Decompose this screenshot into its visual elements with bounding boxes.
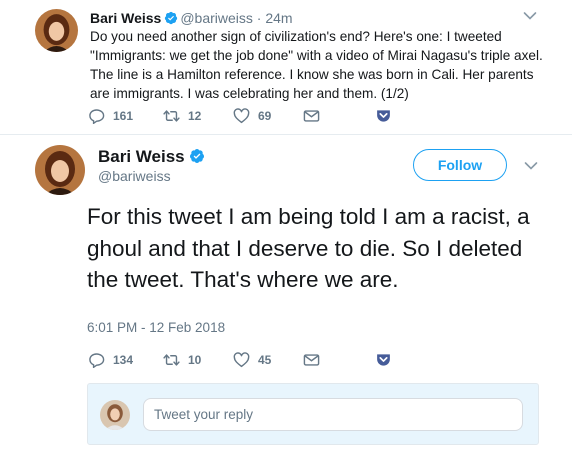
- like-count: 69: [258, 109, 272, 123]
- reply-icon: [89, 353, 105, 368]
- tweet-text: Do you need another sign of civilization…: [90, 29, 543, 101]
- chevron-down-icon[interactable]: [523, 10, 537, 22]
- like-action[interactable]: 69: [233, 108, 271, 124]
- verified-badge-icon: [189, 149, 204, 163]
- tweet-collapsed[interactable]: Bari Weiss @bariweiss · 24m Do you need a…: [0, 0, 572, 134]
- retweet-action[interactable]: 10: [163, 352, 201, 368]
- retweet-action[interactable]: 12: [163, 108, 201, 124]
- reply-input[interactable]: Tweet your reply: [143, 398, 523, 431]
- reply-count: 161: [113, 109, 134, 123]
- envelope-icon: [303, 354, 320, 366]
- user-handle[interactable]: @bariweiss: [180, 10, 253, 26]
- reply-count: 134: [113, 353, 134, 367]
- follow-button[interactable]: Follow: [413, 149, 507, 181]
- retweet-icon: [163, 354, 180, 366]
- tweet-text: For this tweet I am being told I am a ra…: [87, 204, 530, 292]
- avatar[interactable]: [35, 9, 78, 52]
- reply-icon: [89, 109, 105, 124]
- tweet-actions: 161 12 69: [88, 108, 508, 126]
- pocket-icon: [377, 110, 390, 122]
- dm-action[interactable]: [303, 352, 328, 368]
- share-action[interactable]: [375, 352, 400, 368]
- avatar[interactable]: [35, 145, 85, 195]
- dm-action[interactable]: [303, 108, 328, 124]
- user-name[interactable]: Bari Weiss: [98, 147, 207, 167]
- reply-action[interactable]: 134: [88, 352, 133, 368]
- tweet-actions: 134 10 45: [88, 352, 508, 370]
- avatar: [100, 400, 130, 430]
- user-name[interactable]: Bari Weiss: [90, 10, 161, 26]
- divider: [0, 134, 572, 135]
- user-name-text[interactable]: Bari Weiss: [98, 147, 185, 166]
- tweet-header: Bari Weiss @bariweiss · 24m: [90, 10, 293, 27]
- tweet-time[interactable]: · 24m: [253, 10, 293, 26]
- reply-action[interactable]: 161: [88, 108, 133, 124]
- retweet-count: 10: [188, 353, 202, 367]
- retweet-count: 12: [188, 109, 202, 123]
- retweet-icon: [163, 110, 180, 122]
- heart-icon: [233, 108, 250, 124]
- user-handle[interactable]: @bariweiss: [98, 168, 171, 184]
- like-count: 45: [258, 353, 272, 367]
- heart-icon: [233, 352, 250, 368]
- chevron-down-icon[interactable]: [524, 160, 538, 172]
- share-action[interactable]: [375, 108, 400, 124]
- tweet-timestamp[interactable]: 6:01 PM - 12 Feb 2018: [87, 320, 225, 335]
- pocket-icon: [377, 354, 390, 366]
- envelope-icon: [303, 110, 320, 122]
- verified-badge-icon: [165, 11, 178, 25]
- like-action[interactable]: 45: [233, 352, 271, 368]
